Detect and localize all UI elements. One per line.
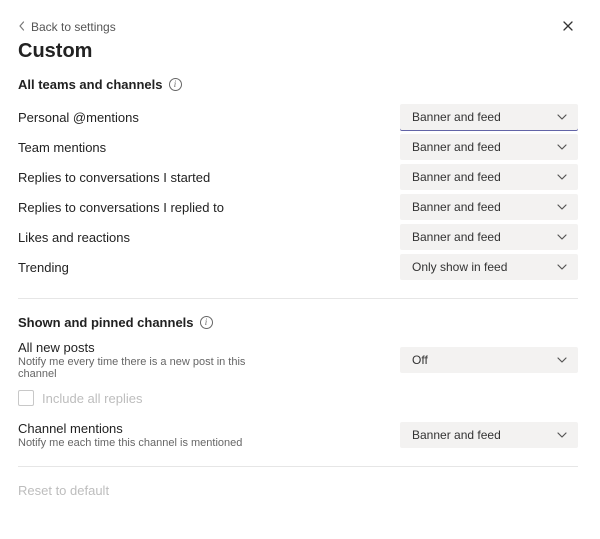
team-mentions-select[interactable]: Banner and feed	[400, 134, 578, 160]
select-value: Banner and feed	[412, 200, 501, 214]
setting-label: Personal @mentions	[18, 110, 139, 125]
setting-sublabel: Notify me every time there is a new post…	[18, 356, 278, 380]
info-icon[interactable]: i	[169, 78, 182, 91]
trending-select[interactable]: Only show in feed	[400, 254, 578, 280]
replies-replied-select[interactable]: Banner and feed	[400, 194, 578, 220]
chevron-left-icon	[18, 20, 25, 34]
section-header-pinned: Shown and pinned channels i	[18, 315, 578, 330]
setting-label: Replies to conversations I started	[18, 170, 210, 185]
select-value: Only show in feed	[412, 260, 507, 274]
select-value: Banner and feed	[412, 230, 501, 244]
divider	[18, 298, 578, 299]
chevron-down-icon	[556, 263, 568, 271]
section-header-all-label: All teams and channels	[18, 77, 163, 92]
back-link-label: Back to settings	[31, 20, 116, 34]
chevron-down-icon	[556, 203, 568, 211]
select-value: Off	[412, 353, 428, 367]
setting-label: Channel mentions	[18, 421, 242, 436]
personal-mentions-select[interactable]: Banner and feed	[400, 104, 578, 130]
likes-reactions-select[interactable]: Banner and feed	[400, 224, 578, 250]
checkbox-icon	[18, 390, 34, 406]
chevron-down-icon	[556, 431, 568, 439]
channel-mentions-select[interactable]: Banner and feed	[400, 422, 578, 448]
section-header-pinned-label: Shown and pinned channels	[18, 315, 194, 330]
chevron-down-icon	[556, 173, 568, 181]
select-value: Banner and feed	[412, 170, 501, 184]
section-header-all: All teams and channels i	[18, 77, 578, 92]
replies-started-select[interactable]: Banner and feed	[400, 164, 578, 190]
setting-label: All new posts	[18, 340, 278, 355]
select-value: Banner and feed	[412, 428, 501, 442]
page-title: Custom	[18, 40, 578, 63]
include-all-replies-label: Include all replies	[42, 391, 142, 406]
select-value: Banner and feed	[412, 140, 501, 154]
select-value: Banner and feed	[412, 110, 501, 124]
chevron-down-icon	[556, 143, 568, 151]
back-to-settings-link[interactable]: Back to settings	[18, 20, 116, 34]
chevron-down-icon	[556, 113, 568, 121]
include-all-replies-checkbox: Include all replies	[18, 390, 578, 406]
chevron-down-icon	[556, 356, 568, 364]
chevron-down-icon	[556, 233, 568, 241]
close-button[interactable]	[558, 18, 578, 36]
info-icon[interactable]: i	[200, 316, 213, 329]
setting-sublabel: Notify me each time this channel is ment…	[18, 437, 242, 449]
setting-label: Replies to conversations I replied to	[18, 200, 224, 215]
reset-to-default-button[interactable]: Reset to default	[18, 483, 578, 498]
divider	[18, 466, 578, 467]
setting-label: Trending	[18, 260, 69, 275]
setting-label: Likes and reactions	[18, 230, 130, 245]
all-new-posts-select[interactable]: Off	[400, 347, 578, 373]
close-icon	[562, 19, 574, 35]
setting-label: Team mentions	[18, 140, 106, 155]
